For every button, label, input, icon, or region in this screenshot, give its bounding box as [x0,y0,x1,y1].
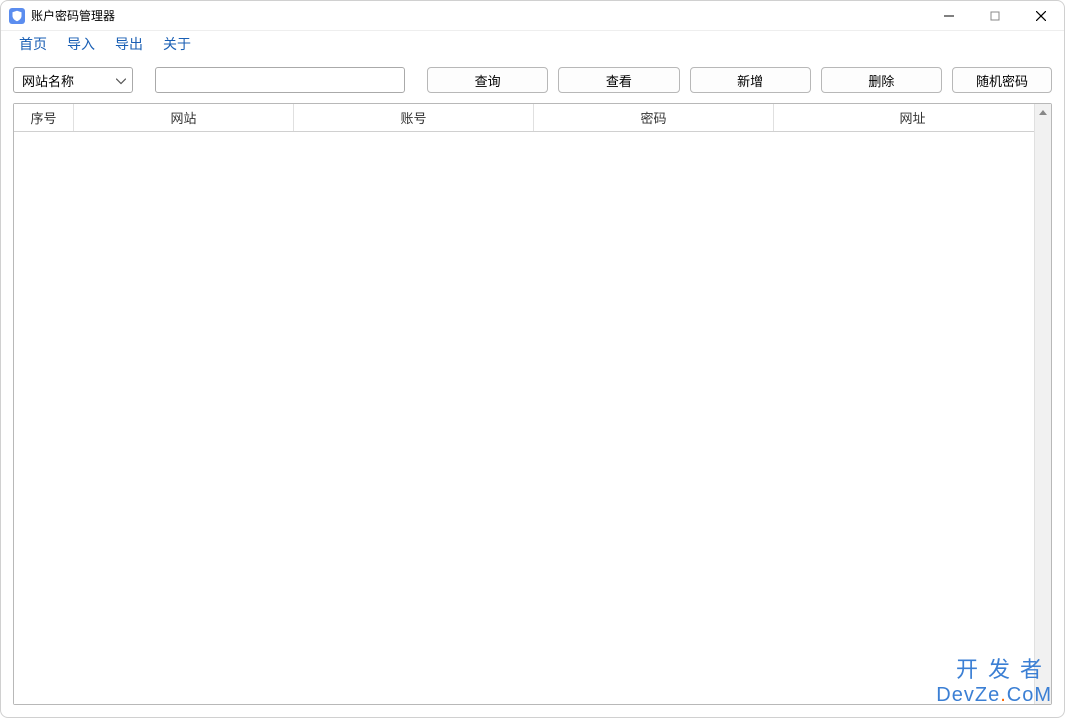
menu-import[interactable]: 导入 [57,31,105,57]
titlebar-left: 账户密码管理器 [9,7,115,24]
random-password-button[interactable]: 随机密码 [952,67,1052,93]
view-button[interactable]: 查看 [558,67,679,93]
col-site[interactable]: 网站 [74,104,294,131]
col-url[interactable]: 网址 [774,104,1051,131]
menu-about[interactable]: 关于 [153,31,201,57]
delete-button[interactable]: 删除 [821,67,942,93]
table-header: 序号 网站 账号 密码 网址 [14,104,1051,132]
query-button[interactable]: 查询 [427,67,548,93]
app-window: 账户密码管理器 首页 导入 导出 关于 网站名称 查询 查看 [0,0,1065,718]
menu-export[interactable]: 导出 [105,31,153,57]
minimize-button[interactable] [926,1,972,30]
filter-select-value: 网站名称 [22,71,74,90]
window-title: 账户密码管理器 [31,7,115,24]
chevron-down-icon [116,73,126,88]
scroll-up-icon[interactable] [1035,104,1051,121]
maximize-button[interactable] [972,1,1018,30]
titlebar: 账户密码管理器 [1,1,1064,31]
add-button[interactable]: 新增 [690,67,811,93]
vertical-scrollbar[interactable] [1034,104,1051,704]
col-seq[interactable]: 序号 [14,104,74,131]
window-controls [926,1,1064,30]
app-icon [9,8,25,24]
col-password[interactable]: 密码 [534,104,774,131]
filter-select[interactable]: 网站名称 [13,67,133,93]
menubar: 首页 导入 导出 关于 [1,31,1064,57]
col-account[interactable]: 账号 [294,104,534,131]
table-body [14,132,1051,704]
toolbar: 网站名称 查询 查看 新增 删除 随机密码 [1,57,1064,103]
menu-home[interactable]: 首页 [9,31,57,57]
search-input[interactable] [155,67,405,93]
table-area: 序号 网站 账号 密码 网址 [13,103,1052,705]
close-button[interactable] [1018,1,1064,30]
